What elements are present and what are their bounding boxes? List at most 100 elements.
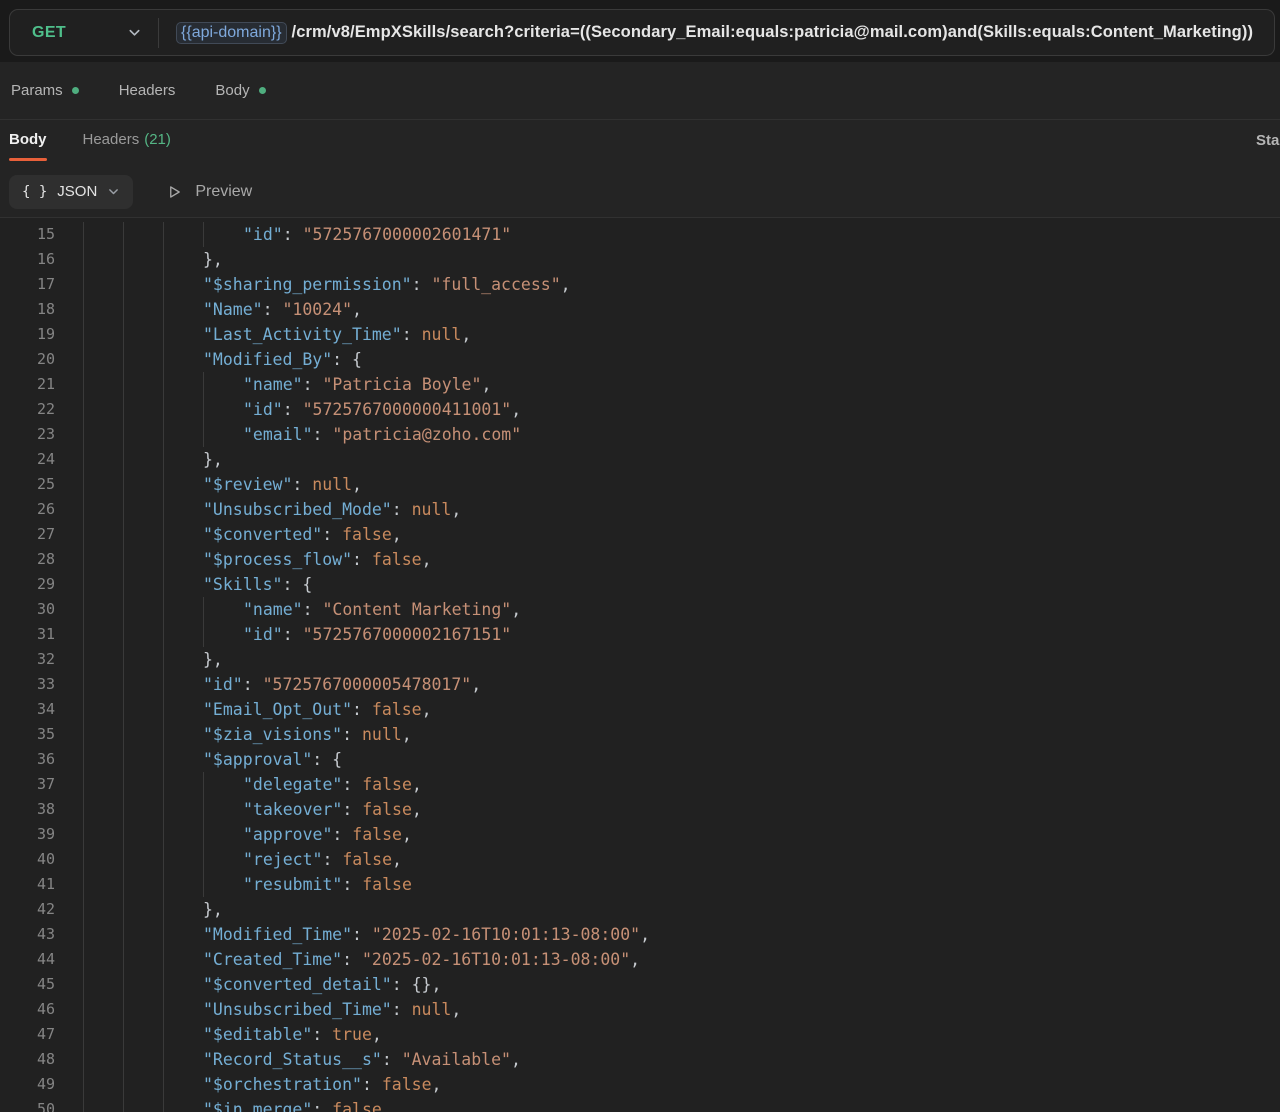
indent-guide (163, 647, 203, 672)
json-token-s: "2025-02-16T10:01:13-08:00" (371, 925, 641, 944)
json-token-p: , (371, 1025, 382, 1044)
json-token-p: : (312, 425, 333, 444)
json-token-k: "$review" (203, 475, 293, 494)
line-number: 42 (36, 900, 55, 918)
json-token-l: false (371, 550, 422, 569)
indent-guide (83, 922, 123, 947)
code-line: 37 "delegate": false, (0, 772, 1280, 797)
json-token-p: : { (282, 575, 313, 594)
indent-guide (123, 247, 163, 272)
json-token-k: "Modified_Time" (203, 925, 353, 944)
response-body-json[interactable]: 15 "id": "5725767000002601471" 16}, 17 "$sha… (0, 218, 1280, 1112)
method-label: GET (32, 23, 67, 41)
json-token-p: : (352, 700, 372, 719)
code-line: 33 "id": "5725767000005478017", (0, 672, 1280, 697)
indent-guide (83, 672, 123, 697)
json-token-p: : (381, 1050, 402, 1069)
play-icon (170, 185, 181, 198)
preview-button[interactable]: Preview (161, 182, 258, 202)
code-line: 23 "email": "patricia@zoho.com" (0, 422, 1280, 447)
indent-guide (123, 772, 163, 797)
indent-guide (123, 622, 163, 647)
tab-headers[interactable]: Headers (119, 82, 176, 99)
indent-guide (163, 922, 203, 947)
line-number: 18 (36, 300, 55, 318)
json-token-p: : (322, 850, 343, 869)
json-token-s: "full_access" (431, 275, 561, 294)
json-token-k: "Unsubscribed_Mode" (203, 500, 392, 519)
indent-guide (163, 847, 203, 872)
tab-body[interactable]: Body (215, 82, 266, 99)
api-domain-variable[interactable]: {{api-domain}} (176, 21, 287, 44)
format-dropdown[interactable]: { } JSON (9, 174, 134, 209)
indent-guide (83, 1097, 123, 1112)
green-dot-indicator (71, 87, 79, 94)
code-line: 35 "$zia_visions": null, (0, 722, 1280, 747)
indent-guide (123, 1072, 163, 1097)
indent-guide (163, 997, 203, 1022)
indent-guide (203, 597, 243, 622)
indent-guide (83, 697, 123, 722)
json-token-s: "2025-02-16T10:01:13-08:00" (361, 950, 631, 969)
code-line: 47 "$editable": true, (0, 1022, 1280, 1047)
line-number: 44 (36, 950, 55, 968)
line-number: 39 (36, 825, 55, 843)
response-tabs: Body Headers (21) Sta (0, 120, 1280, 166)
json-token-s: "5725767000000411001" (302, 400, 512, 419)
indent-guide (83, 1047, 123, 1072)
method-selector[interactable]: GET (10, 10, 158, 55)
indent-guide (163, 547, 203, 572)
json-token-p: : (302, 375, 323, 394)
json-token-p: }, (203, 450, 223, 469)
indent-guide (123, 847, 163, 872)
tab-response-body[interactable]: Body (9, 131, 47, 168)
tab-response-headers[interactable]: Headers (21) (83, 131, 171, 168)
indent-guide (123, 522, 163, 547)
line-number: 36 (36, 750, 55, 768)
code-line: 36 "$approval": { (0, 747, 1280, 772)
indent-guide (83, 872, 123, 897)
json-token-p: , (411, 775, 422, 794)
indent-guide (83, 597, 123, 622)
json-token-p: : { (312, 750, 343, 769)
json-token-p: : (322, 525, 343, 544)
indent-guide (163, 947, 203, 972)
indent-guide (163, 972, 203, 997)
url-field[interactable]: {{api-domain}} /crm/v8/EmpXSkills/search… (159, 10, 1253, 55)
line-number: 23 (36, 425, 55, 443)
json-token-p: : (332, 825, 353, 844)
indent-guide (163, 472, 203, 497)
code-line: 19 "Last_Activity_Time": null, (0, 322, 1280, 347)
line-number: 47 (36, 1025, 55, 1043)
json-token-l: null (312, 475, 353, 494)
line-number: 17 (36, 275, 55, 293)
indent-guide (83, 622, 123, 647)
json-token-p: : {}, (391, 975, 442, 994)
json-token-p: : (342, 800, 363, 819)
code-line: 24}, (0, 447, 1280, 472)
indent-guide (163, 1072, 203, 1097)
indent-guide (83, 272, 123, 297)
indent-guide (83, 847, 123, 872)
json-token-p: : (312, 1100, 333, 1112)
json-token-p: , (451, 1000, 462, 1019)
url-input[interactable]: GET {{api-domain}} /crm/v8/EmpXSkills/se… (9, 9, 1275, 56)
line-number: 40 (36, 850, 55, 868)
json-token-k: "reject" (243, 850, 323, 869)
request-response-panel: Params Headers Body Body Headers (21) Sta {… (0, 62, 1280, 218)
code-line: 16}, (0, 247, 1280, 272)
indent-guide (83, 1022, 123, 1047)
indent-guide (163, 422, 203, 447)
tab-params[interactable]: Params (11, 82, 79, 99)
line-number: 33 (36, 675, 55, 693)
indent-guide (123, 497, 163, 522)
indent-guide (163, 772, 203, 797)
indent-guide (163, 622, 203, 647)
indent-guide (83, 522, 123, 547)
json-token-p: , (392, 850, 402, 869)
line-number: 31 (36, 625, 55, 643)
code-line: 42}, (0, 897, 1280, 922)
json-token-p: : (361, 1075, 382, 1094)
code-line: 46 "Unsubscribed_Time": null, (0, 997, 1280, 1022)
json-token-p: , (471, 675, 482, 694)
